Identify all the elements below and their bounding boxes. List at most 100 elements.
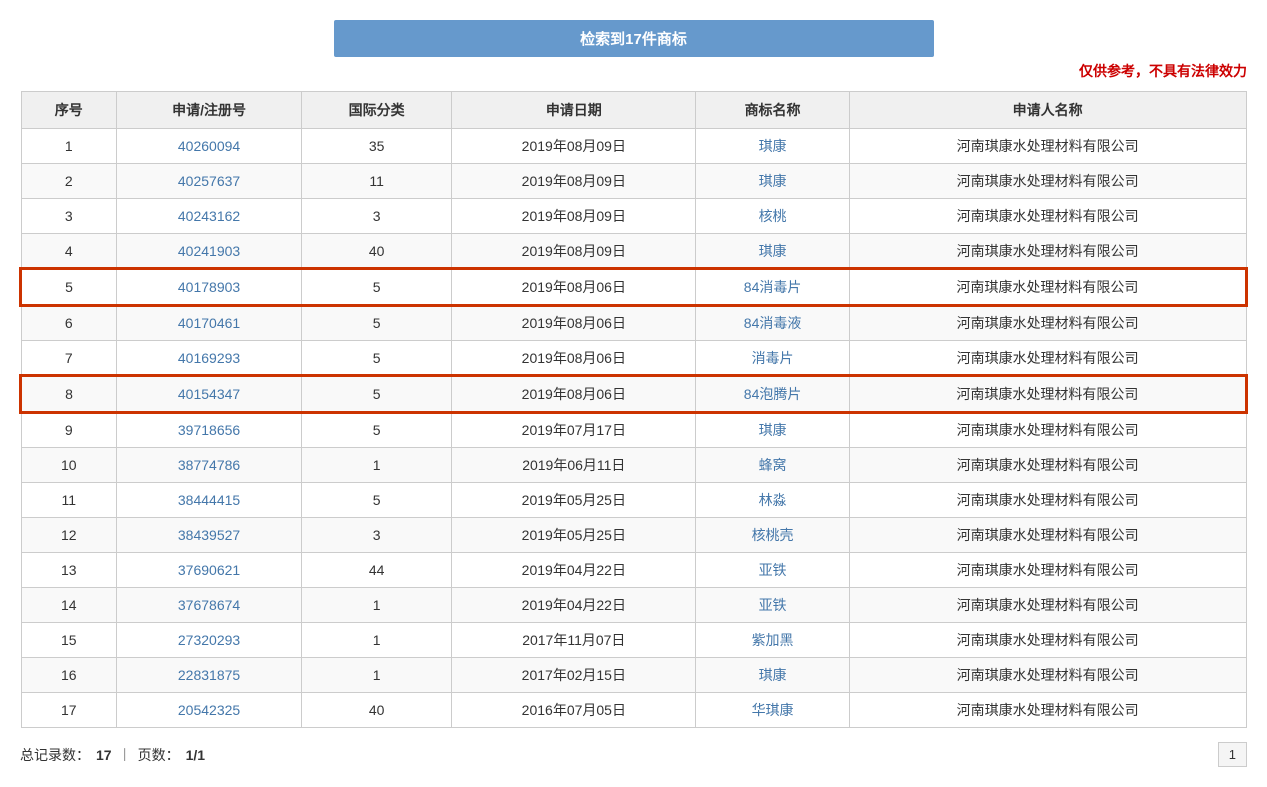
cell-reg-no[interactable]: 40170461 <box>117 305 302 341</box>
cell-reg-no[interactable]: 37690621 <box>117 553 302 588</box>
cell-reg-no[interactable]: 40260094 <box>117 129 302 164</box>
cell-trademark[interactable]: 琪康 <box>696 658 849 693</box>
cell-apply-date: 2019年04月22日 <box>452 553 696 588</box>
cell-reg-no[interactable]: 38774786 <box>117 448 302 483</box>
cell-applicant: 河南琪康水处理材料有限公司 <box>849 518 1246 553</box>
cell-applicant: 河南琪康水处理材料有限公司 <box>849 164 1246 199</box>
cell-trademark[interactable]: 84泡腾片 <box>696 376 849 412</box>
pagination[interactable]: 1 <box>1218 742 1247 767</box>
table-row: 64017046152019年08月06日84消毒液河南琪康水处理材料有限公司 <box>21 305 1246 341</box>
cell-index: 11 <box>21 483 117 518</box>
cell-trademark[interactable]: 核桃壳 <box>696 518 849 553</box>
cell-apply-date: 2019年08月06日 <box>452 376 696 412</box>
cell-intl-class: 3 <box>302 199 452 234</box>
cell-index: 15 <box>21 623 117 658</box>
table-header-row: 序号 申请/注册号 国际分类 申请日期 商标名称 申请人名称 <box>21 92 1246 129</box>
cell-applicant: 河南琪康水处理材料有限公司 <box>849 341 1246 377</box>
cell-applicant: 河南琪康水处理材料有限公司 <box>849 376 1246 412</box>
cell-apply-date: 2019年08月06日 <box>452 341 696 377</box>
table-row: 240257637112019年08月09日琪康河南琪康水处理材料有限公司 <box>21 164 1246 199</box>
cell-reg-no[interactable]: 20542325 <box>117 693 302 728</box>
cell-apply-date: 2017年02月15日 <box>452 658 696 693</box>
cell-reg-no[interactable]: 38439527 <box>117 518 302 553</box>
col-index: 序号 <box>21 92 117 129</box>
cell-reg-no[interactable]: 40257637 <box>117 164 302 199</box>
table-row: 1720542325402016年07月05日华琪康河南琪康水处理材料有限公司 <box>21 693 1246 728</box>
cell-applicant: 河南琪康水处理材料有限公司 <box>849 623 1246 658</box>
cell-index: 9 <box>21 412 117 448</box>
cell-intl-class: 5 <box>302 376 452 412</box>
cell-intl-class: 1 <box>302 623 452 658</box>
table-row: 113844441552019年05月25日林淼河南琪康水处理材料有限公司 <box>21 483 1246 518</box>
col-trademark: 商标名称 <box>696 92 849 129</box>
cell-index: 4 <box>21 234 117 270</box>
cell-trademark[interactable]: 琪康 <box>696 164 849 199</box>
cell-apply-date: 2019年06月11日 <box>452 448 696 483</box>
table-row: 34024316232019年08月09日核桃河南琪康水处理材料有限公司 <box>21 199 1246 234</box>
cell-reg-no[interactable]: 39718656 <box>117 412 302 448</box>
top-row: 仅供参考，不具有法律效力 <box>20 61 1247 81</box>
cell-applicant: 河南琪康水处理材料有限公司 <box>849 199 1246 234</box>
cell-reg-no[interactable]: 40178903 <box>117 269 302 305</box>
total-value: 17 <box>96 747 112 763</box>
total-label: 总记录数： <box>20 745 90 765</box>
table-row: 54017890352019年08月06日84消毒片河南琪康水处理材料有限公司 <box>21 269 1246 305</box>
cell-applicant: 河南琪康水处理材料有限公司 <box>849 588 1246 623</box>
cell-trademark[interactable]: 琪康 <box>696 129 849 164</box>
cell-reg-no[interactable]: 37678674 <box>117 588 302 623</box>
cell-intl-class: 44 <box>302 553 452 588</box>
header-section: 检索到17件商标 <box>20 20 1247 57</box>
col-reg-no: 申请/注册号 <box>117 92 302 129</box>
cell-trademark[interactable]: 消毒片 <box>696 341 849 377</box>
cell-apply-date: 2019年07月17日 <box>452 412 696 448</box>
cell-trademark[interactable]: 紫加黑 <box>696 623 849 658</box>
cell-trademark[interactable]: 琪康 <box>696 412 849 448</box>
cell-intl-class: 35 <box>302 129 452 164</box>
cell-apply-date: 2019年08月06日 <box>452 269 696 305</box>
cell-intl-class: 5 <box>302 305 452 341</box>
cell-reg-no[interactable]: 40154347 <box>117 376 302 412</box>
cell-trademark[interactable]: 84消毒液 <box>696 305 849 341</box>
cell-apply-date: 2017年11月07日 <box>452 623 696 658</box>
cell-apply-date: 2019年05月25日 <box>452 518 696 553</box>
cell-reg-no[interactable]: 27320293 <box>117 623 302 658</box>
cell-apply-date: 2019年08月09日 <box>452 129 696 164</box>
cell-applicant: 河南琪康水处理材料有限公司 <box>849 269 1246 305</box>
table-row: 103877478612019年06月11日蜂窝河南琪康水处理材料有限公司 <box>21 448 1246 483</box>
cell-applicant: 河南琪康水处理材料有限公司 <box>849 234 1246 270</box>
cell-trademark[interactable]: 蜂窝 <box>696 448 849 483</box>
cell-intl-class: 5 <box>302 483 452 518</box>
cell-applicant: 河南琪康水处理材料有限公司 <box>849 553 1246 588</box>
cell-index: 3 <box>21 199 117 234</box>
cell-reg-no[interactable]: 22831875 <box>117 658 302 693</box>
cell-reg-no[interactable]: 40243162 <box>117 199 302 234</box>
cell-index: 1 <box>21 129 117 164</box>
table-row: 140260094352019年08月09日琪康河南琪康水处理材料有限公司 <box>21 129 1246 164</box>
pages-label: 页数： <box>138 745 180 765</box>
cell-trademark[interactable]: 琪康 <box>696 234 849 270</box>
disclaimer-text: 仅供参考，不具有法律效力 <box>1079 61 1247 81</box>
cell-index: 6 <box>21 305 117 341</box>
cell-reg-no[interactable]: 40241903 <box>117 234 302 270</box>
cell-applicant: 河南琪康水处理材料有限公司 <box>849 448 1246 483</box>
cell-trademark[interactable]: 林淼 <box>696 483 849 518</box>
cell-intl-class: 5 <box>302 341 452 377</box>
cell-trademark[interactable]: 华琪康 <box>696 693 849 728</box>
table-row: 123843952732019年05月25日核桃壳河南琪康水处理材料有限公司 <box>21 518 1246 553</box>
cell-trademark[interactable]: 84消毒片 <box>696 269 849 305</box>
cell-index: 8 <box>21 376 117 412</box>
table-row: 93971865652019年07月17日琪康河南琪康水处理材料有限公司 <box>21 412 1246 448</box>
cell-trademark[interactable]: 亚铁 <box>696 553 849 588</box>
col-apply-date: 申请日期 <box>452 92 696 129</box>
cell-reg-no[interactable]: 38444415 <box>117 483 302 518</box>
cell-reg-no[interactable]: 40169293 <box>117 341 302 377</box>
page-1-button[interactable]: 1 <box>1218 742 1247 767</box>
cell-index: 2 <box>21 164 117 199</box>
col-intl-class: 国际分类 <box>302 92 452 129</box>
cell-index: 16 <box>21 658 117 693</box>
cell-trademark[interactable]: 亚铁 <box>696 588 849 623</box>
footer-sep: 丨 <box>118 745 132 765</box>
cell-applicant: 河南琪康水处理材料有限公司 <box>849 658 1246 693</box>
pages-value: 1/1 <box>186 747 205 763</box>
cell-trademark[interactable]: 核桃 <box>696 199 849 234</box>
